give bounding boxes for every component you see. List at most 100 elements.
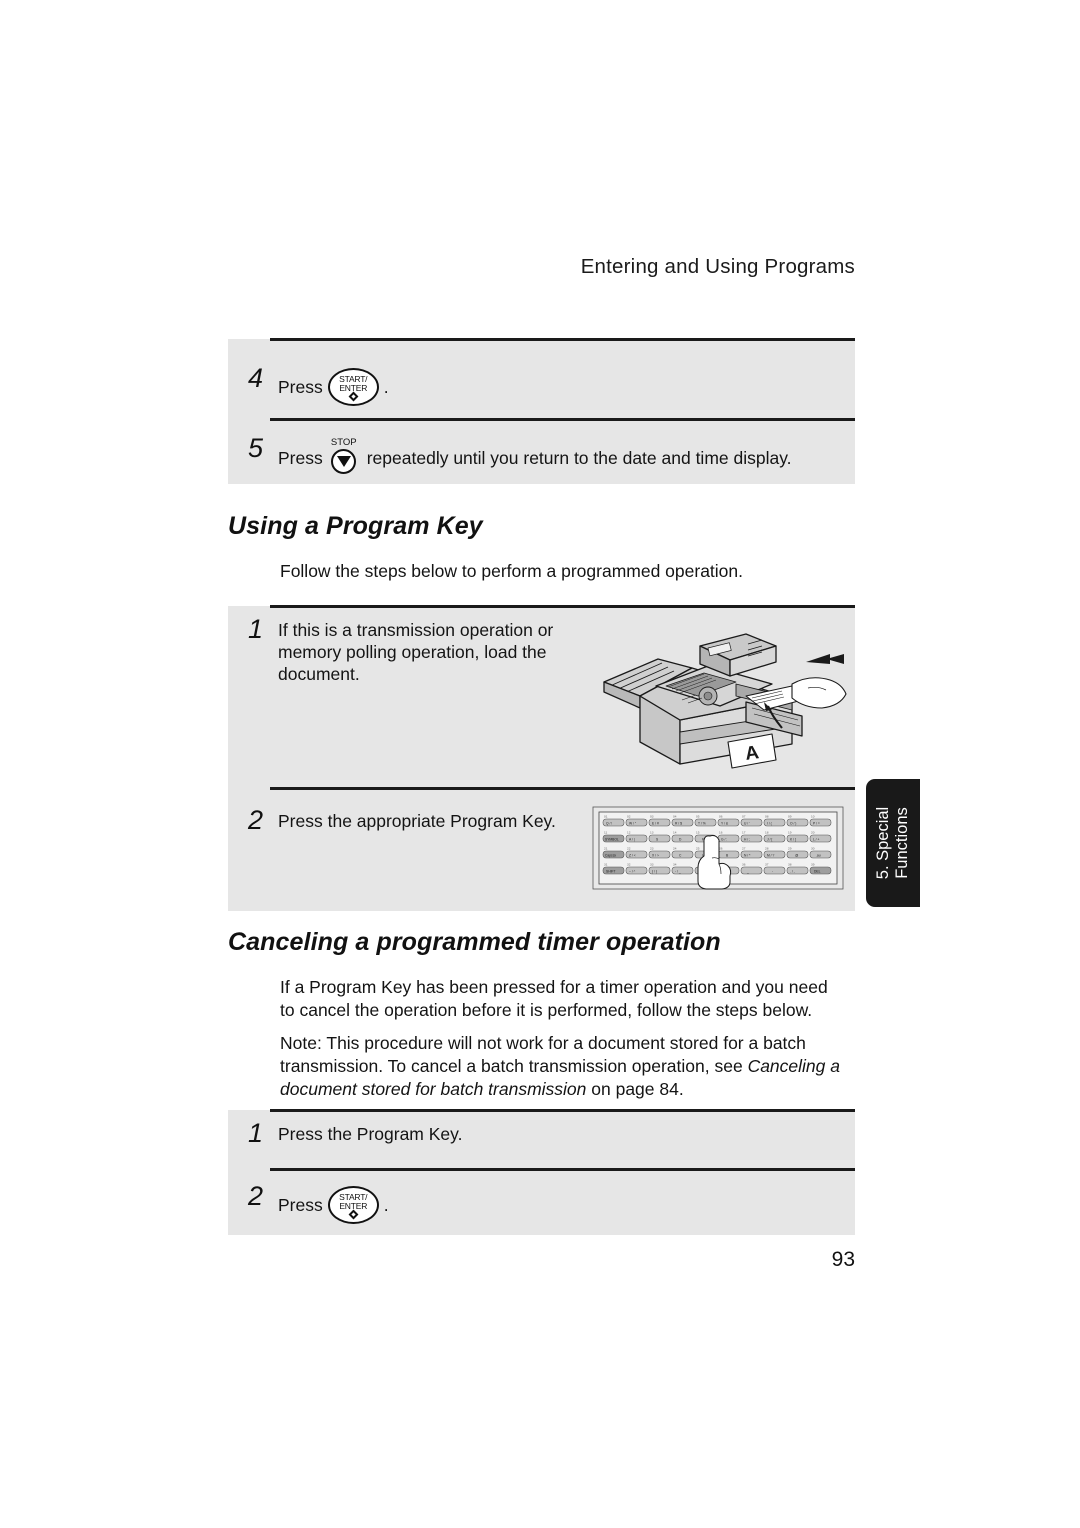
svg-text:08: 08 (765, 815, 769, 819)
program-key-keyboard-illustration: 01 02 03 04 05 06 07 08 09 10 11 12 13 14 15 16 17… (592, 806, 844, 890)
svg-text:U / ': U / ' (744, 821, 750, 825)
svg-text:02: 02 (627, 815, 631, 819)
svg-text:36: 36 (742, 863, 746, 867)
svg-text:L / +: L / + (813, 837, 819, 841)
step-number: 5 (248, 433, 264, 463)
svg-text:X / >: X / > (652, 853, 659, 857)
svg-text:~ / ^: ~ / ^ (629, 869, 636, 873)
svg-text:- / _: - / _ (675, 869, 681, 873)
svg-text:P / =: P / = (813, 821, 820, 825)
step-row: 2 Press START/ ENTER . (248, 1182, 389, 1224)
step-text: Press (278, 1195, 323, 1215)
svg-text:14: 14 (673, 831, 677, 835)
running-header: Entering and Using Programs (580, 255, 855, 278)
step-number: 4 (248, 363, 264, 393)
svg-text:17: 17 (742, 831, 746, 835)
svg-text:33: 33 (650, 863, 654, 867)
svg-text:19: 19 (788, 831, 792, 835)
svg-text:T / %: T / % (698, 821, 706, 825)
panel-rule (270, 787, 855, 790)
svg-text:38: 38 (788, 863, 792, 867)
svg-text:34: 34 (673, 863, 677, 867)
step-row: 5 Press STOP repeatedly until you return… (248, 434, 792, 478)
svg-text:K / ]: K / ] (790, 837, 796, 841)
svg-text:J / [: J / [ (767, 837, 772, 841)
svg-text:11: 11 (604, 831, 607, 835)
program-key-keyboard-icon: 01 02 03 04 05 06 07 08 09 10 11 12 13 14 15 16 17… (592, 806, 844, 890)
svg-text:09: 09 (788, 815, 792, 819)
svg-text:06: 06 (719, 815, 723, 819)
power-diamond-icon (348, 1209, 359, 1220)
step-number: 1 (248, 1118, 264, 1148)
step-text: Press the appropriate Program Key. (278, 811, 556, 831)
section-intro-paragraph: Follow the steps below to perform a prog… (280, 561, 744, 581)
svg-text:G / :: G / : (721, 837, 727, 841)
svg-text:22: 22 (627, 847, 631, 851)
fax-machine-illustration: A (596, 624, 854, 784)
section-heading-canceling-timer: Canceling a programmed timer operation (228, 928, 721, 956)
start-enter-key-icon: START/ ENTER (327, 1186, 379, 1224)
chapter-side-tab-line2: Functions (893, 807, 911, 879)
stop-triangle-icon (336, 456, 351, 467)
panel-rule (270, 1168, 855, 1171)
svg-text:A / |: A / | (629, 837, 635, 841)
stop-key-icon: STOP (327, 438, 361, 478)
svg-text:13: 13 (650, 831, 654, 835)
stop-key-caption: STOP (330, 437, 357, 448)
svg-text:27: 27 (742, 847, 746, 851)
svg-text:32: 32 (627, 863, 631, 867)
panel-rule (270, 338, 855, 341)
step-row: 4 Press START/ ENTER . (248, 364, 389, 406)
panel-rule (270, 1109, 855, 1112)
svg-text:10: 10 (811, 815, 815, 819)
section-note: Note: This procedure will not work for a… (280, 1032, 870, 1101)
svg-text:_: _ (746, 869, 749, 873)
svg-text:24: 24 (673, 847, 677, 851)
svg-text:04: 04 (673, 815, 677, 819)
svg-text:30: 30 (811, 847, 815, 851)
step-text-suffix: . (383, 377, 389, 397)
svg-text:CapsLk: CapsLk (605, 853, 617, 857)
step-number: 2 (248, 805, 264, 835)
svg-text:25: 25 (696, 847, 700, 851)
svg-text:. / ,: . / , (790, 869, 795, 873)
svg-text:15: 15 (696, 831, 700, 835)
svg-text:31: 31 (604, 863, 608, 867)
page-number: 93 (831, 1248, 855, 1271)
svg-text:05: 05 (696, 815, 700, 819)
svg-text:20: 20 (811, 831, 815, 835)
svg-text:Z / <: Z / < (629, 853, 636, 857)
svg-text:M / ?: M / ? (767, 853, 774, 857)
step-row: 1 Press the Program Key. (248, 1118, 463, 1148)
svg-text:39: 39 (811, 863, 815, 867)
svg-text:O / ): O / ) (790, 821, 796, 825)
step-text: If this is a transmission operation or m… (278, 620, 554, 684)
chapter-side-tab-label: 5. Special Functions (874, 807, 912, 879)
step-number: 1 (248, 614, 264, 644)
svg-text:Q / !: Q / ! (606, 821, 612, 825)
svg-text:12: 12 (627, 831, 631, 835)
svg-text:SYMBOL: SYMBOL (605, 837, 619, 841)
panel-rule (270, 418, 855, 421)
svg-text:18: 18 (765, 831, 769, 835)
svg-text:26: 26 (719, 847, 723, 851)
step-text: Press the Program Key. (278, 1124, 463, 1144)
svg-text:28: 28 (765, 847, 769, 851)
chapter-side-tab-line1: 5. Special (874, 806, 892, 880)
svg-text:01: 01 (604, 815, 608, 819)
fax-machine-loading-document-icon: A (603, 633, 847, 769)
svg-text:07: 07 (742, 815, 746, 819)
svg-text:-: - (772, 869, 773, 873)
svg-text:R / $: R / $ (675, 821, 682, 825)
manual-page: Entering and Using Programs 4 Press STAR… (0, 0, 1080, 1528)
svg-text:03: 03 (650, 815, 654, 819)
panel-rule (270, 605, 855, 608)
svg-text:37: 37 (765, 863, 769, 867)
step-row: 1 If this is a transmission operation or… (248, 615, 578, 685)
svg-text:E / #: E / # (652, 821, 659, 825)
svg-text:W / ": W / " (629, 821, 637, 825)
svg-text:16: 16 (719, 831, 723, 835)
note-suffix: on page 84. (586, 1079, 684, 1099)
start-enter-key-icon: START/ ENTER (327, 368, 379, 406)
step-text: Press (278, 448, 323, 468)
